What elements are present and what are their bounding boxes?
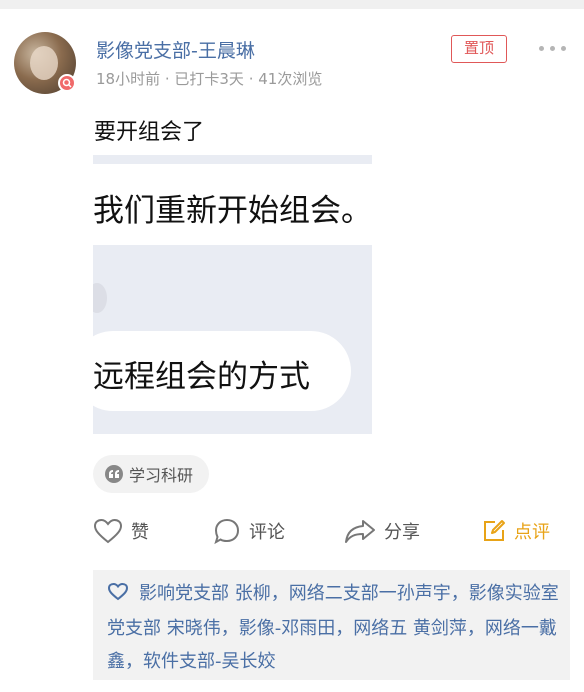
post-meta: 18小时前 · 已打卡3天 · 41次浏览 [96, 70, 323, 88]
pinned-badge: 置顶 [451, 35, 507, 63]
avatar-badge-icon [58, 74, 76, 92]
post-text: 要开组会了 [94, 120, 205, 145]
review-button[interactable]: 点评 [482, 516, 550, 546]
topic-tag-label: 学习科研 [129, 466, 194, 485]
likes-panel: 影响党支部 张柳，网络二支部一孙声宇，影像实验室党支部 宋晓伟，影像-邓雨田，网… [93, 570, 570, 680]
share-icon [344, 518, 376, 544]
like-button[interactable]: 赞 [93, 516, 149, 546]
heart-icon [107, 579, 129, 612]
share-button[interactable]: 分享 [344, 516, 420, 546]
image-text-line2: 远程组会的方式 [93, 359, 310, 395]
like-label: 赞 [131, 522, 149, 543]
review-label: 点评 [514, 522, 550, 543]
comment-button[interactable]: 评论 [213, 516, 285, 546]
top-separator [0, 0, 584, 9]
image-text-line1: 我们重新开始组会。 [93, 193, 372, 229]
author-name[interactable]: 影像党支部-王晨琳 [96, 36, 255, 63]
heart-icon [93, 518, 123, 544]
comment-icon [213, 517, 241, 545]
share-label: 分享 [384, 522, 420, 543]
topic-tag[interactable]: 学习科研 [93, 455, 210, 493]
more-icon[interactable] [539, 38, 569, 58]
review-icon [482, 519, 506, 543]
likes-list[interactable]: 影响党支部 张柳，网络二支部一孙声宇，影像实验室党支部 宋晓伟，影像-邓雨田，网… [107, 583, 559, 672]
comment-label: 评论 [249, 522, 285, 543]
post-image[interactable]: 我们重新开始组会。 远程组会的方式 [93, 155, 372, 434]
quote-icon [105, 465, 123, 483]
